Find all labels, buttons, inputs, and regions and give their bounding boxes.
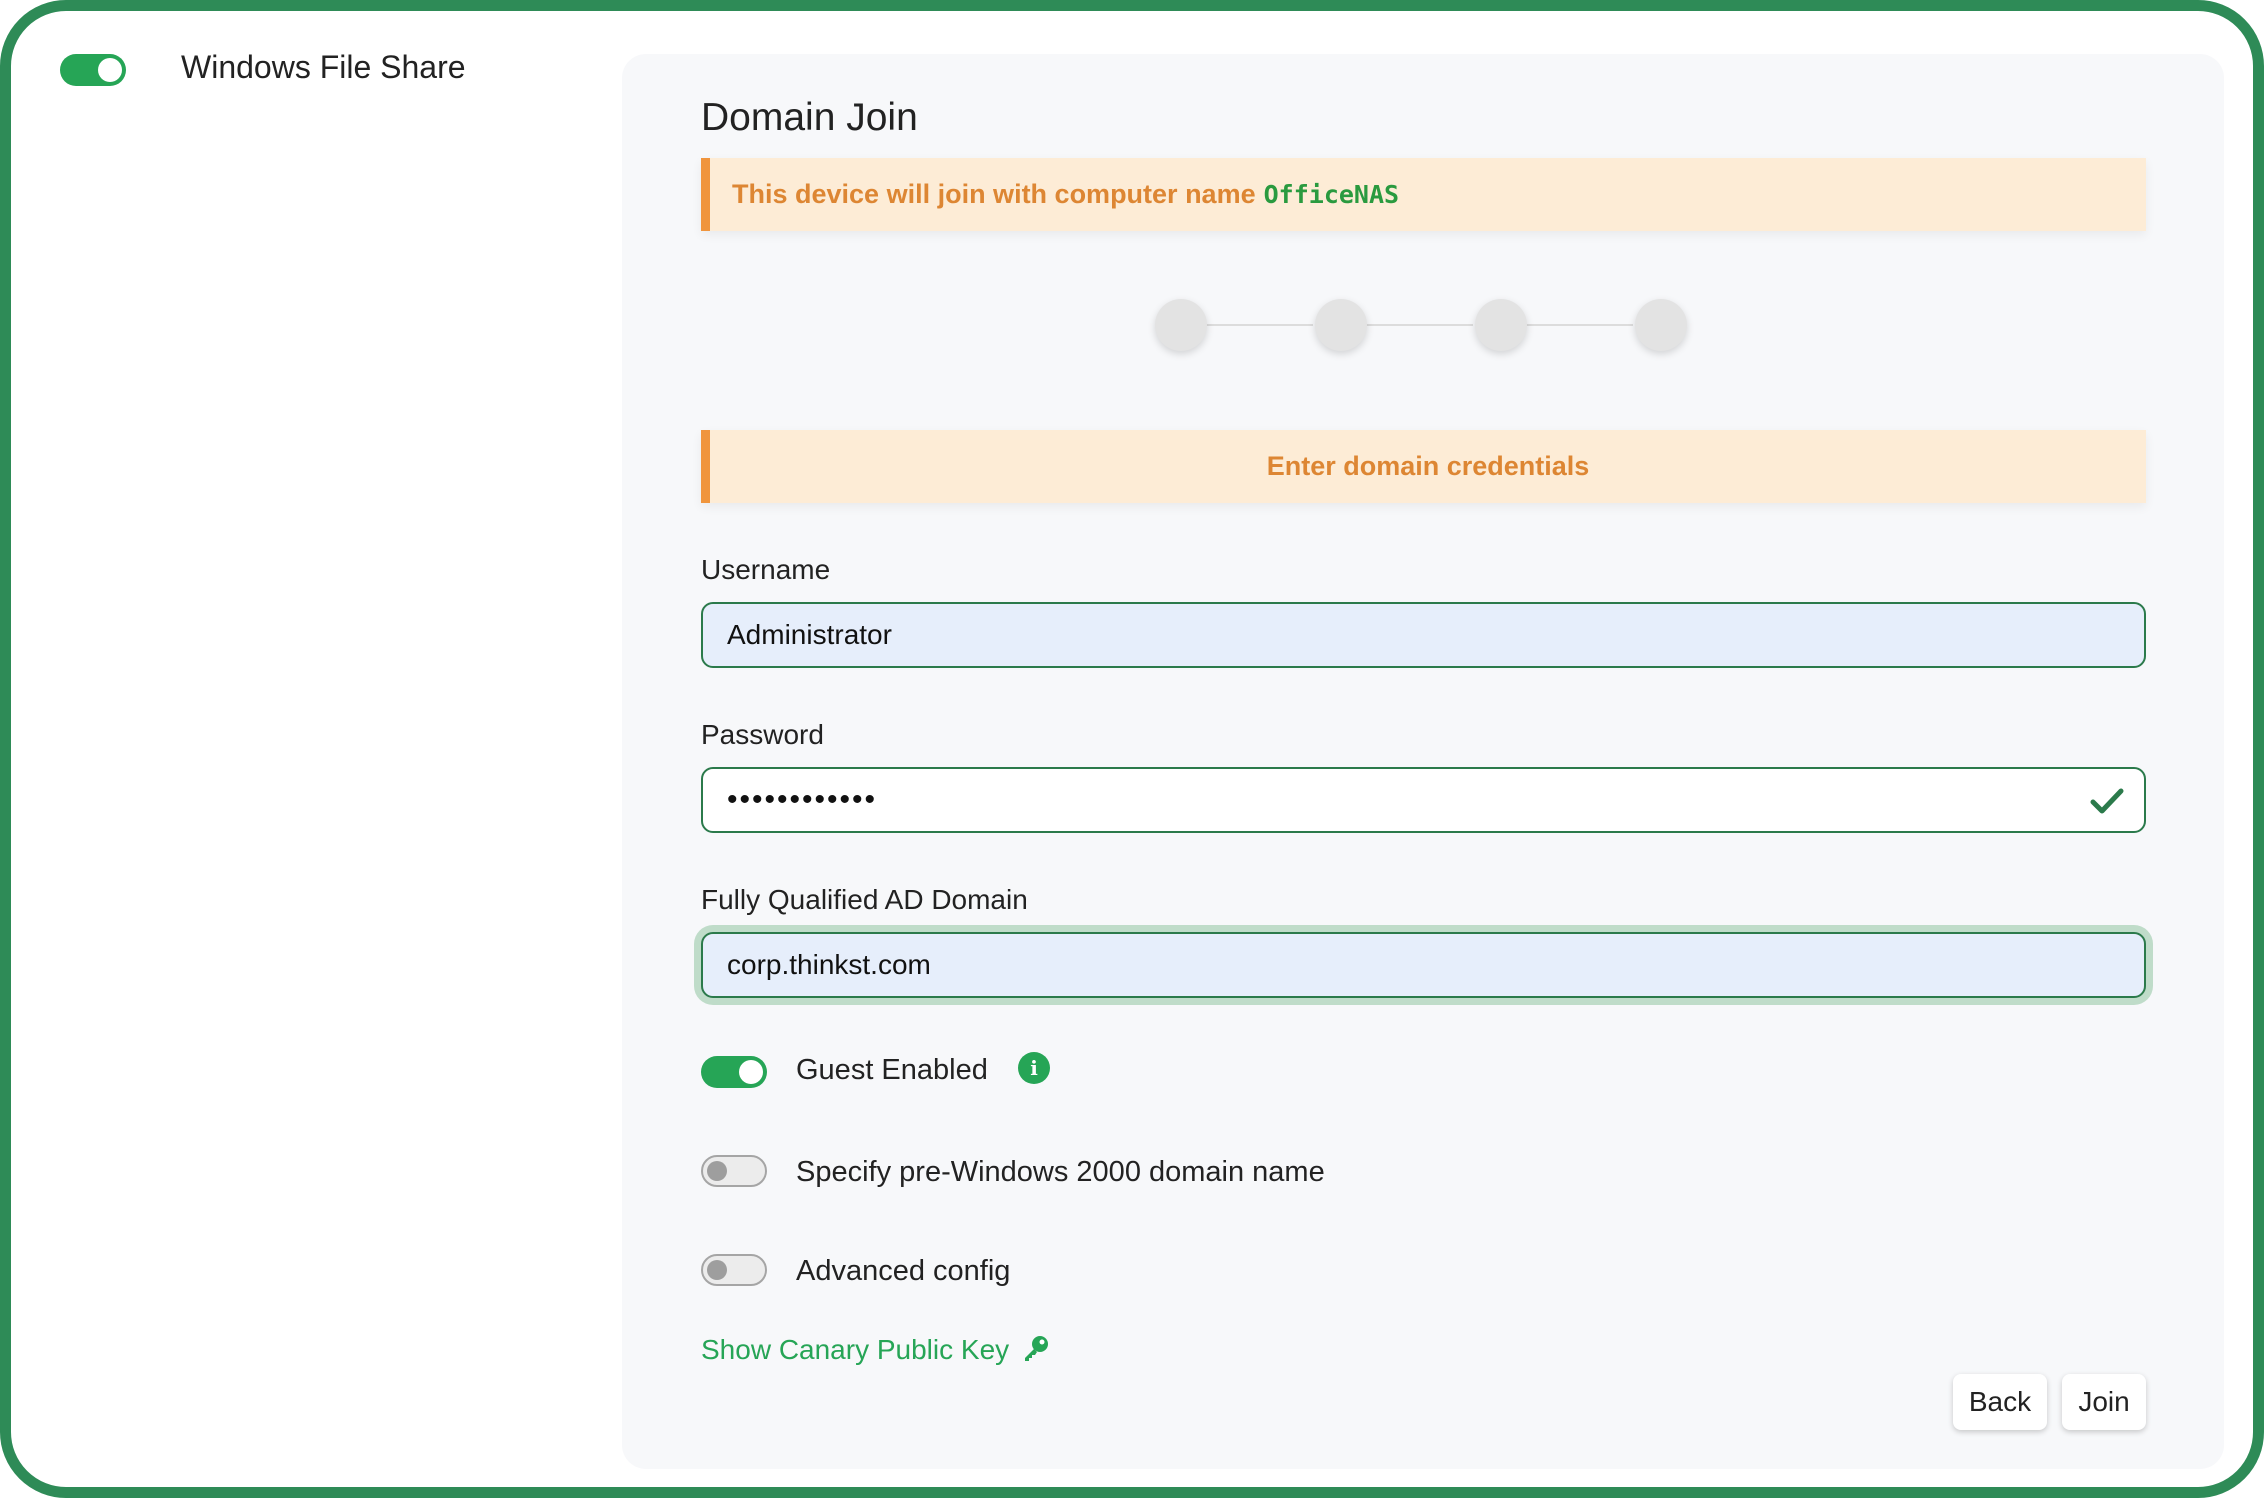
step-connector [1365,324,1473,326]
step-1 [1155,299,1207,351]
password-value: •••••••••••• [727,783,878,816]
advanced-config-toggle[interactable] [701,1254,767,1286]
computer-name-value: OfficeNAS [1263,180,1400,209]
join-button[interactable]: Join [2062,1374,2146,1430]
computer-name-notice: This device will join with computer name… [701,158,2146,231]
password-input[interactable]: •••••••••••• [701,767,2146,833]
windows-file-share-toggle[interactable] [60,54,126,86]
toggle-knob [98,58,122,82]
toggle-knob [739,1060,763,1084]
step-3 [1475,299,1527,351]
step-notice-text: Enter domain credentials [1266,451,1590,481]
domain-label: Fully Qualified AD Domain [701,884,1028,915]
pre-windows-2000-toggle[interactable] [701,1155,767,1187]
guest-enabled-toggle[interactable] [701,1056,767,1088]
step-notice: Enter domain credentials [701,430,2146,503]
back-button[interactable]: Back [1953,1374,2047,1430]
windows-file-share-label: Windows File Share [181,49,466,85]
pre-windows-2000-label: Specify pre-Windows 2000 domain name [796,1156,1325,1188]
domain-input[interactable]: corp.thinkst.com [701,932,2146,998]
toggle-knob [707,1260,727,1280]
toggle-knob [707,1161,727,1181]
step-4 [1635,299,1687,351]
username-input[interactable]: Administrator [701,602,2146,668]
guest-enabled-label: Guest Enabled [796,1054,988,1086]
step-connector [1525,324,1633,326]
key-icon [1024,1336,1048,1361]
step-connector [1205,324,1313,326]
show-public-key-link[interactable]: Show Canary Public Key [701,1333,1051,1366]
username-value: Administrator [727,619,892,650]
show-public-key-label: Show Canary Public Key [701,1334,1010,1365]
app-frame: Windows File Share Domain Join This devi… [0,0,2264,1498]
info-icon[interactable]: i [1018,1052,1050,1084]
page-title: Domain Join [701,96,918,139]
advanced-config-label: Advanced config [796,1255,1011,1287]
password-label: Password [701,719,824,750]
checkmark-icon [2090,788,2124,814]
domain-value: corp.thinkst.com [727,949,931,980]
domain-join-panel: Domain Join This device will join with c… [622,54,2224,1469]
username-label: Username [701,554,831,585]
step-2 [1315,299,1367,351]
computer-name-notice-text: This device will join with computer name [732,179,1256,209]
